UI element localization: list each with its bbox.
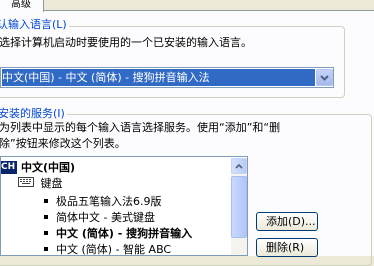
scroll-up-button[interactable] (231, 158, 247, 174)
default-language-selected: 中文(中国) - 中文 (简体) - 搜狗拼音输入法 (2, 69, 315, 86)
tree-language-label: 中文(中国) (21, 161, 76, 174)
tree-service-item-default[interactable]: 中文 (简体) - 搜狗拼音输入 (44, 226, 192, 242)
default-language-combobox[interactable]: 中文(中国) - 中文 (简体) - 搜狗拼音输入法 (0, 67, 334, 88)
default-language-legend: 默认输入语言(L) (0, 18, 69, 32)
installed-services-description-1: 为列表中显示的每个输入语言选择服务。使用“添加”和“删 (0, 121, 281, 134)
chevron-up-icon (235, 163, 243, 169)
tree-service-item[interactable]: 极品五笔输入法6.9版 (44, 194, 162, 210)
tree-service-item[interactable]: 中文 (简体) - 智能 ABC (44, 242, 172, 256)
tree-service-item[interactable]: 简体中文 - 美式键盘 (44, 210, 155, 226)
tree-service-label: 中文 (简体) - 智能 ABC (56, 243, 172, 256)
bullet-icon (44, 247, 48, 251)
tree-language-node[interactable]: CH 中文(中国) (1, 160, 75, 176)
bullet-icon (44, 199, 48, 203)
tree-service-label: 极品五笔输入法6.9版 (56, 195, 162, 208)
bullet-icon (44, 231, 48, 235)
vertical-scrollbar[interactable] (231, 158, 247, 255)
tree-service-label: 中文 (简体) - 搜狗拼音输入 (56, 227, 193, 240)
keyboard-language-icon: CH (1, 161, 17, 174)
chevron-down-icon[interactable] (316, 69, 333, 86)
installed-services-description-2: 除”按钮来修改这个列表。 (0, 137, 126, 150)
tab-advanced[interactable]: 高级 (0, 0, 44, 12)
remove-button[interactable]: 删除(R) (256, 238, 318, 257)
installed-services-legend: 已安装的服务(I) (0, 107, 67, 121)
tree-category-node[interactable]: 键盘 (18, 176, 63, 192)
default-language-description: 选择计算机启动时要使用的一个已安装的输入语言。 (0, 36, 252, 49)
installed-services-tree[interactable]: CH 中文(中国) 键盘 极品五笔输入法6.9版 简体中文 - 美式键盘 中文 … (0, 156, 248, 256)
tree-service-label: 简体中文 - 美式键盘 (56, 211, 155, 224)
add-button[interactable]: 添加(D)... (256, 212, 318, 231)
bullet-icon (44, 215, 48, 219)
scroll-thumb[interactable] (231, 176, 247, 238)
keyboard-icon (18, 176, 34, 192)
tree-category-label: 键盘 (40, 177, 63, 190)
